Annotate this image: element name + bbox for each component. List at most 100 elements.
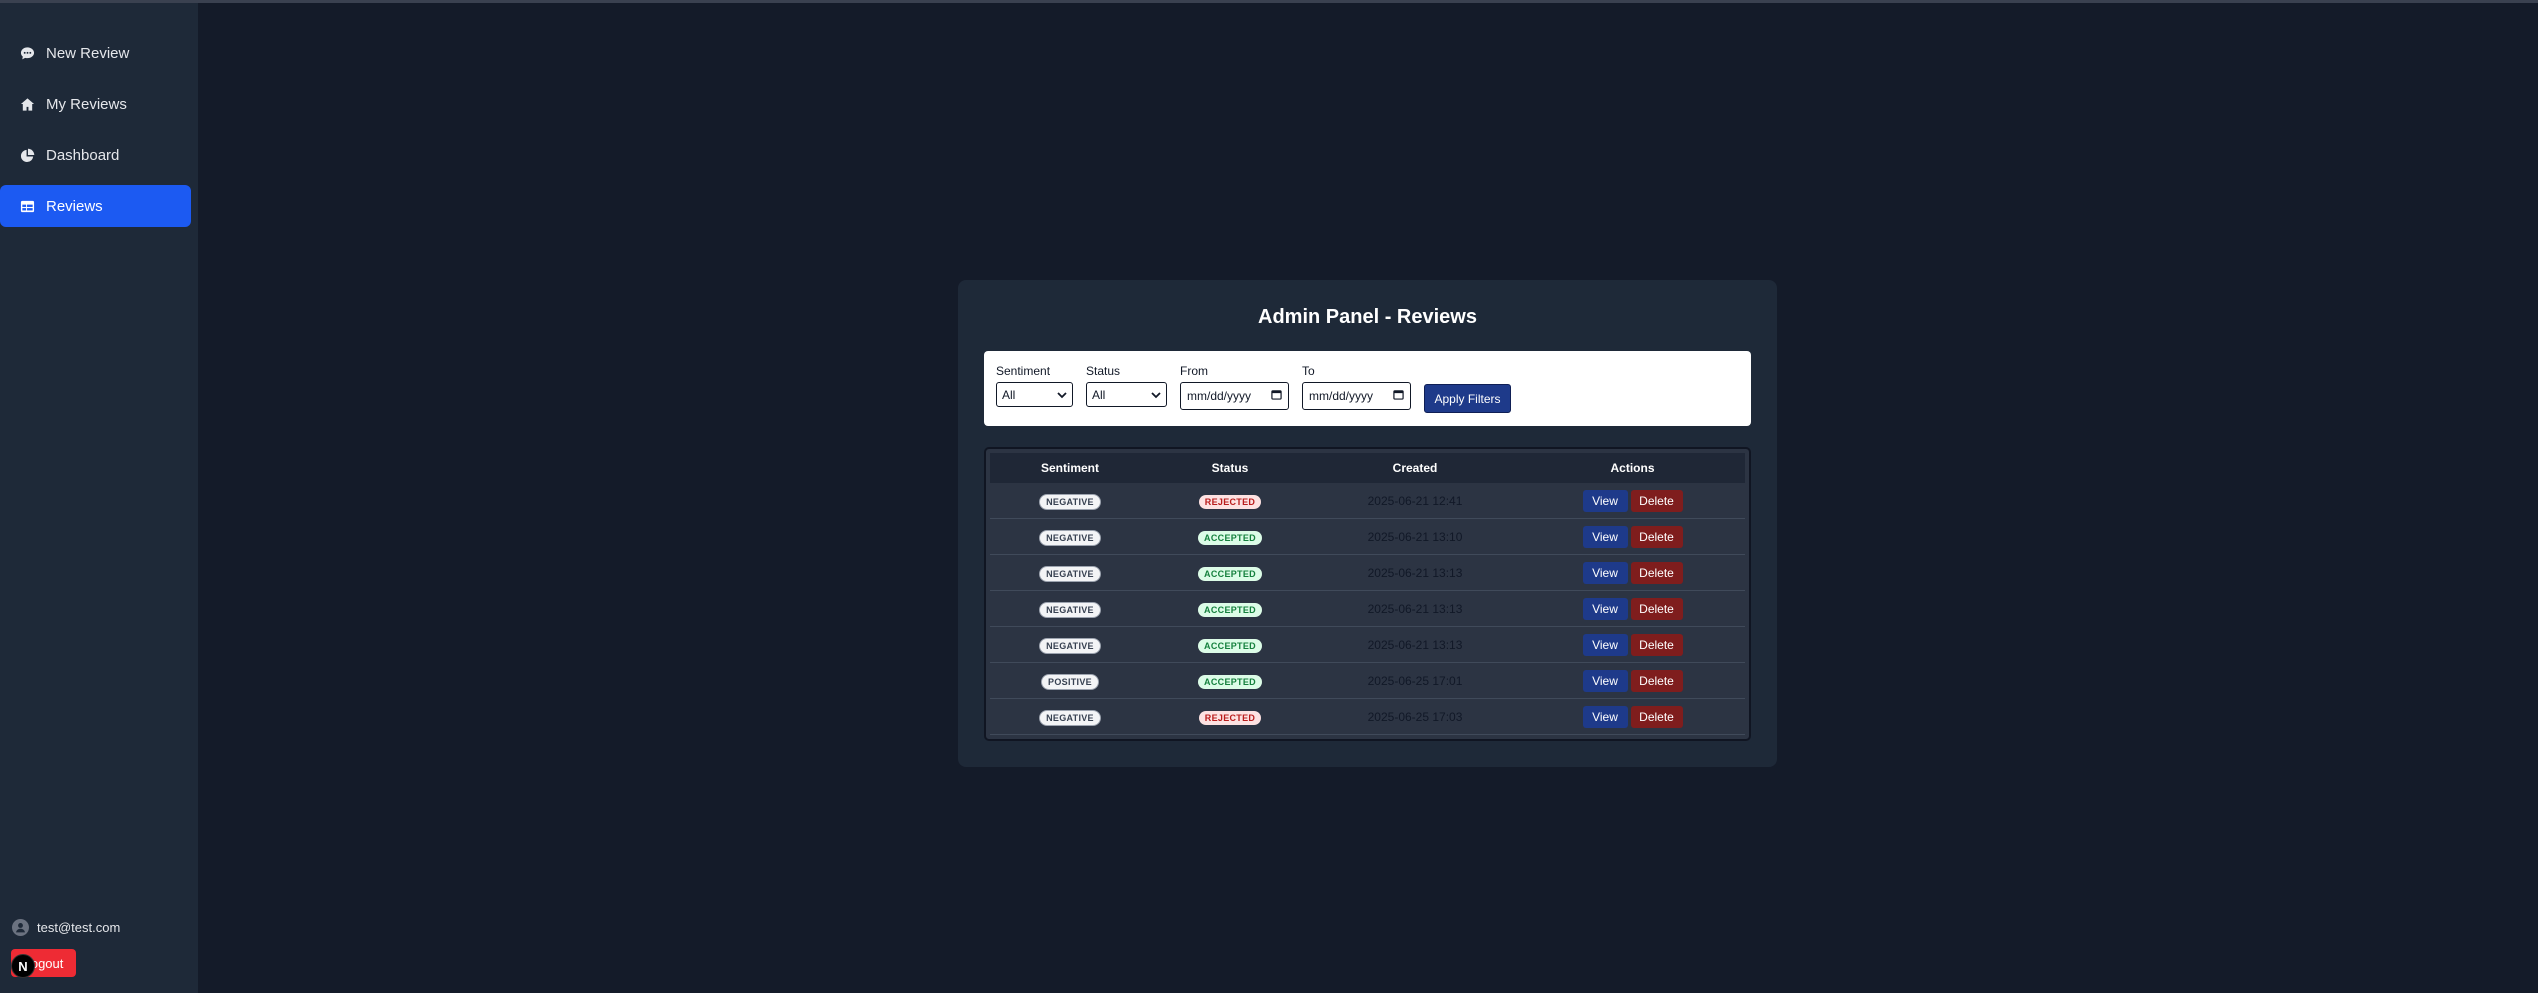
- view-button[interactable]: View: [1582, 489, 1628, 512]
- sentiment-badge: POSITIVE: [1041, 673, 1099, 690]
- created-cell: 2025-06-21 13:10: [1367, 529, 1463, 544]
- sentiment-cell: NEGATIVE: [990, 600, 1150, 618]
- delete-button[interactable]: Delete: [1630, 561, 1683, 584]
- sentiment-badge: NEGATIVE: [1039, 493, 1101, 510]
- view-button[interactable]: View: [1582, 669, 1628, 692]
- from-filter-label: From: [1180, 364, 1208, 378]
- status-cell: REJECTED: [1150, 492, 1310, 510]
- table-row: NEGATIVE ACCEPTED 2025-06-21 13:13 View Dele…: [990, 555, 1745, 591]
- status-cell: ACCEPTED: [1150, 636, 1310, 654]
- table-row: POSITIVE ACCEPTED 2025-06-25 17:01 View Dele…: [990, 663, 1745, 699]
- header-sentiment: Sentiment: [1040, 461, 1099, 475]
- sentiment-select-value: All: [1002, 387, 1016, 402]
- actions-cell: View Delete: [1520, 561, 1745, 584]
- sentiment-cell: NEGATIVE: [990, 708, 1150, 726]
- created-cell: 2025-06-25 17:03: [1367, 709, 1463, 724]
- created-cell: 2025-06-21 13:13: [1367, 601, 1463, 616]
- user-info: test@test.com: [12, 919, 120, 936]
- delete-button[interactable]: Delete: [1630, 633, 1683, 656]
- sidebar-item-label: New Review: [46, 44, 130, 62]
- sentiment-filter: Sentiment All: [996, 364, 1073, 407]
- status-badge: REJECTED: [1198, 710, 1262, 725]
- status-cell: REJECTED: [1150, 708, 1310, 726]
- created-cell: 2025-06-21 13:13: [1367, 637, 1463, 652]
- sentiment-filter-label: Sentiment: [996, 364, 1051, 378]
- delete-button[interactable]: Delete: [1630, 489, 1683, 512]
- sidebar-item-label: Dashboard: [46, 146, 120, 164]
- to-date-input[interactable]: mm/dd/yyyy: [1302, 382, 1411, 410]
- from-date-placeholder: mm/dd/yyyy: [1187, 389, 1252, 403]
- sentiment-cell: NEGATIVE: [990, 492, 1150, 510]
- status-badge: ACCEPTED: [1198, 602, 1262, 617]
- status-filter: Status All: [1086, 364, 1167, 407]
- sidebar-item-new-review[interactable]: New Review: [0, 32, 191, 74]
- view-button[interactable]: View: [1582, 597, 1628, 620]
- calendar-icon: [1271, 389, 1282, 403]
- view-button[interactable]: View: [1582, 525, 1628, 548]
- table-row: NEGATIVE ACCEPTED 2025-06-21 13:10 View Dele…: [990, 519, 1745, 555]
- header-created: Created: [1392, 461, 1438, 475]
- top-border: [0, 0, 2538, 3]
- sidebar: New Review My Reviews Dashboard Reviews …: [0, 3, 198, 993]
- view-button[interactable]: View: [1582, 561, 1628, 584]
- table-icon: [18, 197, 36, 215]
- status-cell: ACCEPTED: [1150, 600, 1310, 618]
- status-badge: ACCEPTED: [1198, 674, 1262, 689]
- status-select-value: All: [1092, 387, 1106, 402]
- status-badge: ACCEPTED: [1198, 638, 1262, 653]
- actions-cell: View Delete: [1520, 525, 1745, 548]
- reviews-table: Sentiment Status Created Actions NEGATIV…: [984, 447, 1751, 741]
- status-badge: REJECTED: [1198, 494, 1262, 509]
- delete-button[interactable]: Delete: [1630, 669, 1683, 692]
- status-badge: ACCEPTED: [1198, 566, 1262, 581]
- header-status: Status: [1211, 461, 1249, 475]
- view-button[interactable]: View: [1582, 633, 1628, 656]
- chat-icon: [18, 44, 36, 62]
- created-cell: 2025-06-21 13:13: [1367, 565, 1463, 580]
- status-cell: ACCEPTED: [1150, 672, 1310, 690]
- pie-chart-icon: [18, 146, 36, 164]
- to-filter: To mm/dd/yyyy: [1302, 364, 1411, 410]
- view-button[interactable]: View: [1582, 705, 1628, 728]
- table-row: NEGATIVE REJECTED 2025-06-21 12:41 View Dele…: [990, 483, 1745, 519]
- table-row: NEGATIVE REJECTED 2025-06-25 17:03 View Dele…: [990, 699, 1745, 735]
- home-icon: [18, 95, 36, 113]
- delete-button[interactable]: Delete: [1630, 525, 1683, 548]
- user-email: test@test.com: [37, 920, 121, 935]
- sidebar-item-dashboard[interactable]: Dashboard: [0, 134, 191, 176]
- chevron-down-icon: [1057, 388, 1067, 402]
- delete-button[interactable]: Delete: [1630, 597, 1683, 620]
- status-cell: ACCEPTED: [1150, 528, 1310, 546]
- sentiment-badge: NEGATIVE: [1039, 565, 1101, 582]
- chevron-down-icon: [1151, 388, 1161, 402]
- table-row: NEGATIVE ACCEPTED 2025-06-21 13:13 View Dele…: [990, 591, 1745, 627]
- sentiment-badge: NEGATIVE: [1039, 529, 1101, 546]
- from-date-input[interactable]: mm/dd/yyyy: [1180, 382, 1289, 410]
- sentiment-select[interactable]: All: [996, 382, 1073, 407]
- actions-cell: View Delete: [1520, 705, 1745, 728]
- filters-bar: Sentiment All Status All From mm/dd/yyyy: [984, 351, 1751, 426]
- apply-filters-button[interactable]: Apply Filters: [1424, 384, 1511, 413]
- to-filter-label: To: [1302, 364, 1315, 378]
- actions-cell: View Delete: [1520, 597, 1745, 620]
- admin-panel: Admin Panel - Reviews Sentiment All Stat…: [958, 280, 1777, 767]
- actions-cell: View Delete: [1520, 633, 1745, 656]
- status-cell: ACCEPTED: [1150, 564, 1310, 582]
- from-filter: From mm/dd/yyyy: [1180, 364, 1289, 410]
- next-dev-badge[interactable]: N: [11, 954, 35, 978]
- calendar-icon: [1393, 389, 1404, 403]
- page-title: Admin Panel - Reviews: [1258, 306, 1477, 328]
- sentiment-badge: NEGATIVE: [1039, 601, 1101, 618]
- table-header: Sentiment Status Created Actions: [990, 453, 1745, 483]
- sentiment-cell: NEGATIVE: [990, 636, 1150, 654]
- sidebar-item-label: My Reviews: [46, 95, 127, 113]
- sidebar-item-label: Reviews: [46, 197, 103, 215]
- status-select[interactable]: All: [1086, 382, 1167, 407]
- created-cell: 2025-06-21 12:41: [1367, 493, 1463, 508]
- sidebar-item-my-reviews[interactable]: My Reviews: [0, 83, 191, 125]
- sentiment-badge: NEGATIVE: [1039, 637, 1101, 654]
- status-filter-label: Status: [1086, 364, 1121, 378]
- sidebar-item-reviews[interactable]: Reviews: [0, 185, 191, 227]
- delete-button[interactable]: Delete: [1630, 705, 1683, 728]
- sentiment-cell: POSITIVE: [990, 672, 1150, 690]
